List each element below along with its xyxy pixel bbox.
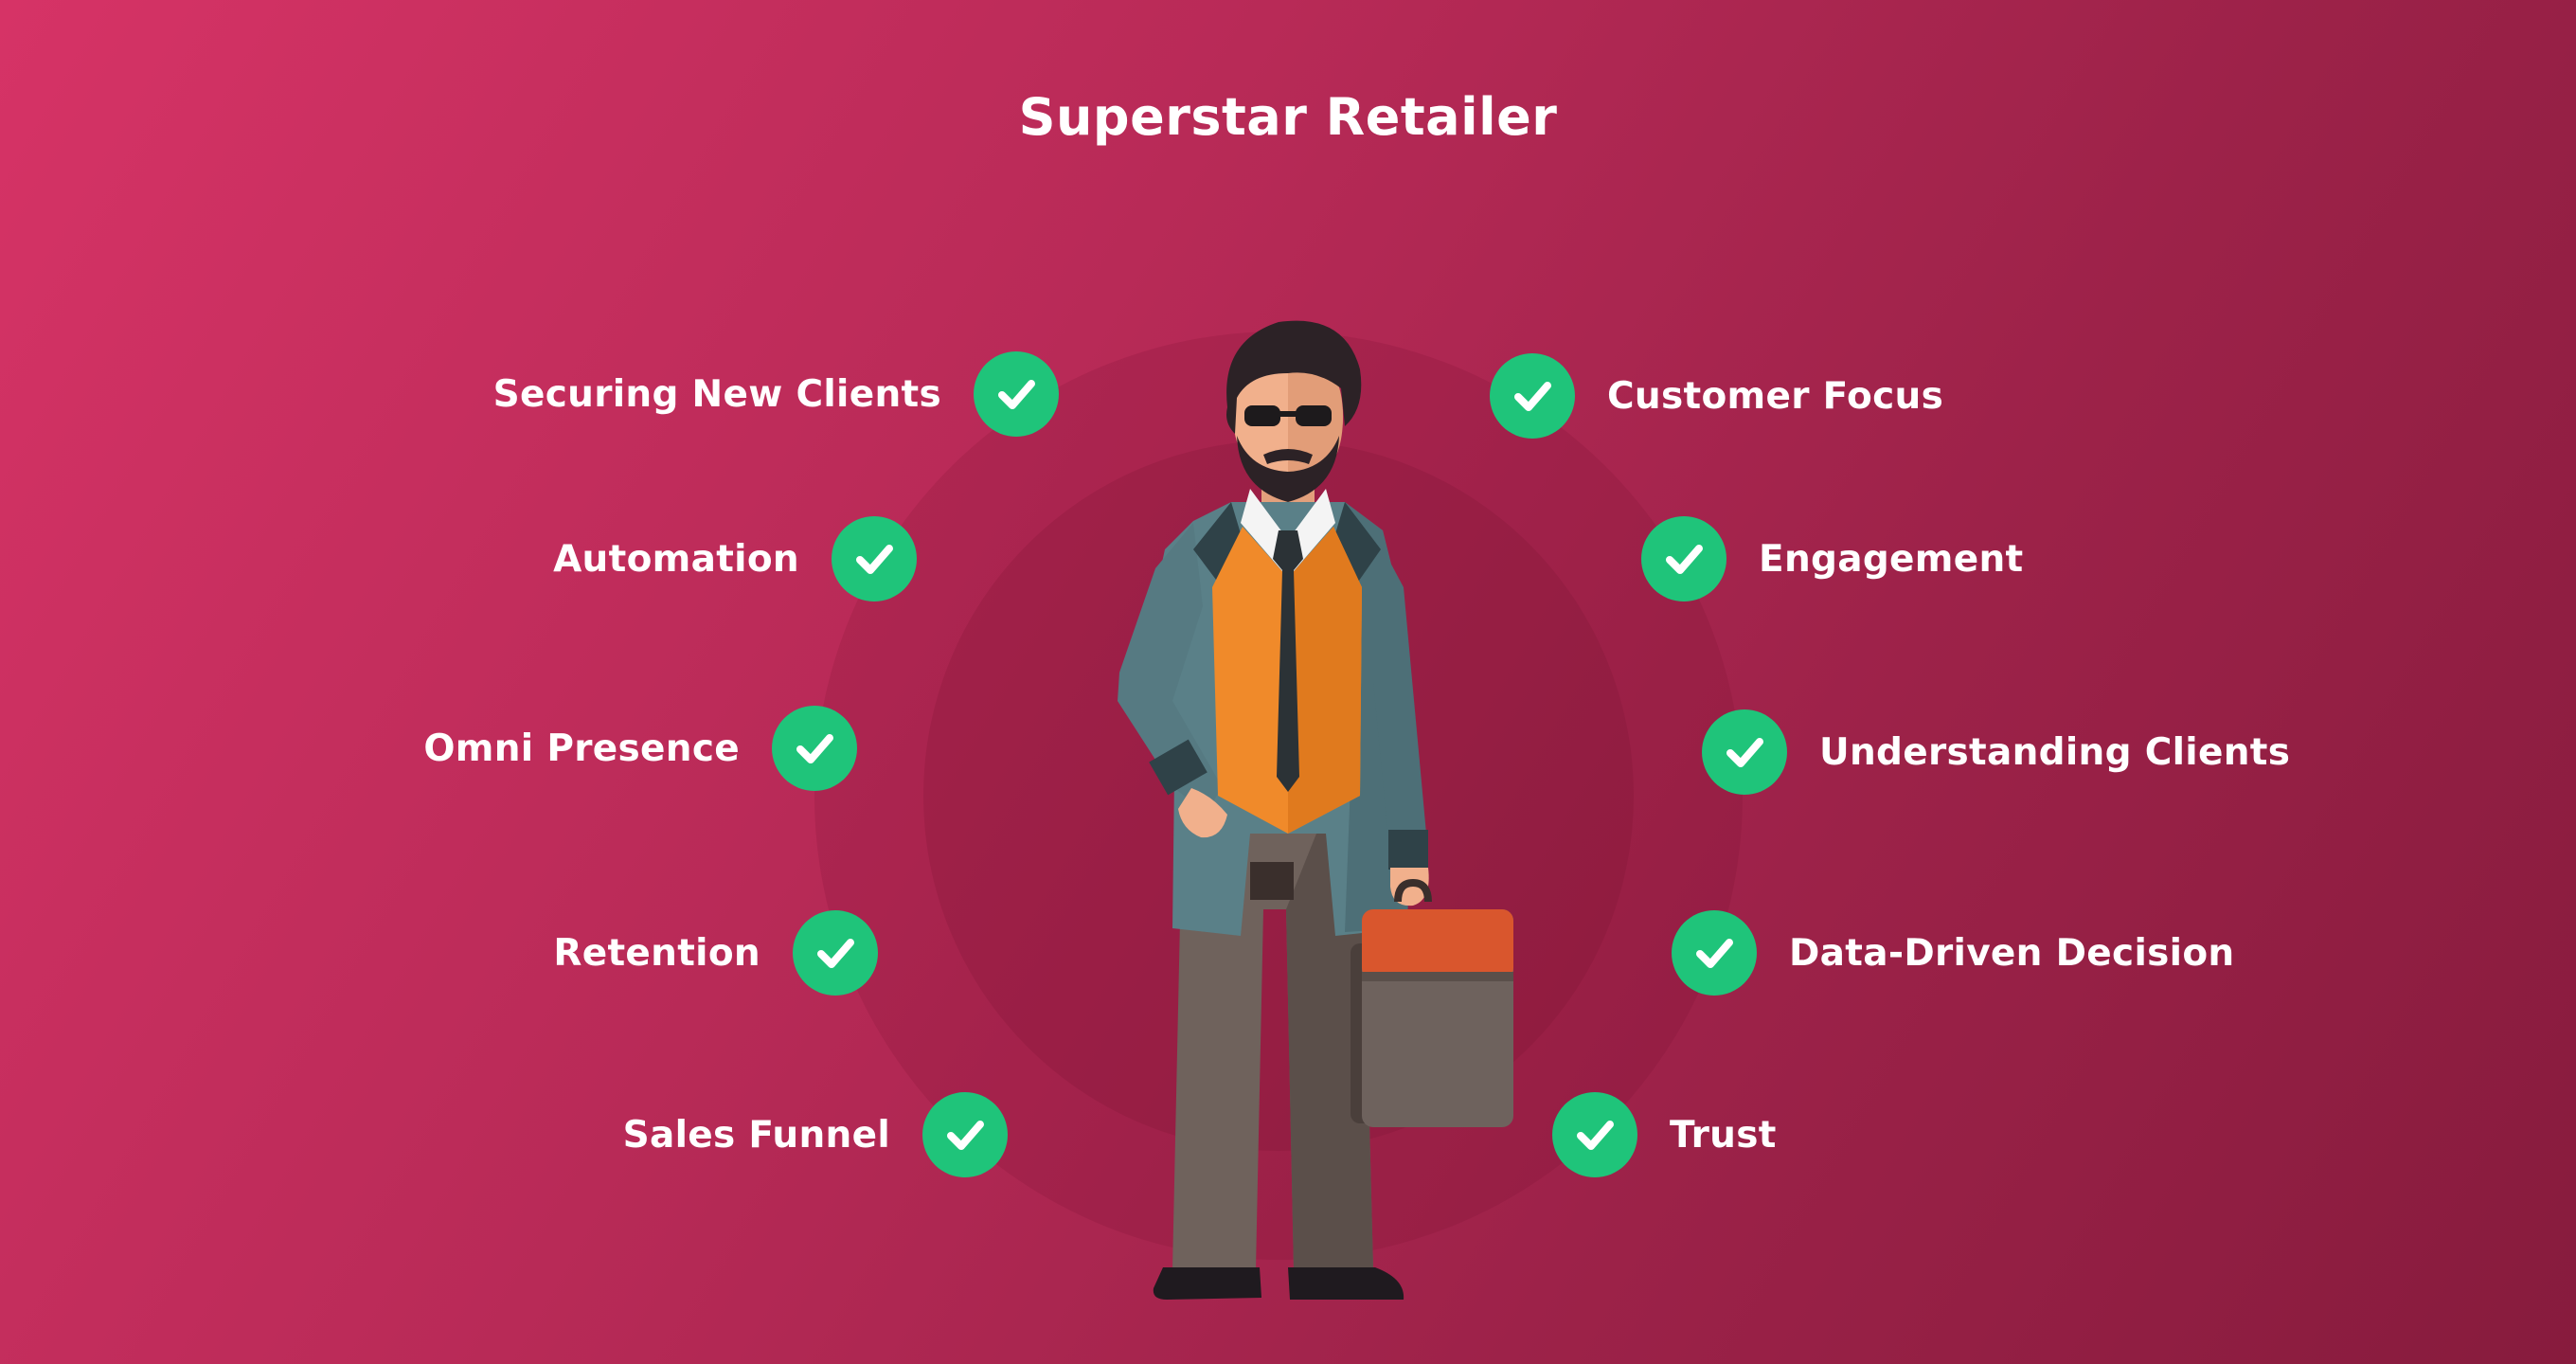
feature-omni-presence: Omni Presence (423, 706, 857, 791)
feature-retention: Retention (553, 910, 878, 996)
feature-sales-funnel: Sales Funnel (623, 1092, 1008, 1177)
feature-data-driven-decision: Data-Driven Decision (1672, 910, 2234, 996)
feature-label: Trust (1670, 1113, 1777, 1157)
feature-label: Data-Driven Decision (1789, 931, 2235, 975)
feature-label: Securing New Clients (492, 372, 941, 416)
feature-trust: Trust (1552, 1092, 1777, 1177)
check-icon (922, 1092, 1008, 1177)
feature-label: Sales Funnel (622, 1113, 890, 1157)
check-icon (1552, 1092, 1637, 1177)
check-icon (772, 706, 857, 791)
feature-label: Engagement (1759, 537, 2024, 581)
feature-label: Customer Focus (1607, 374, 1944, 418)
businessman-with-briefcase-icon (1118, 320, 1513, 1300)
feature-securing-new-clients: Securing New Clients (493, 351, 1059, 437)
feature-label: Omni Presence (423, 727, 740, 770)
feature-automation: Automation (553, 516, 917, 601)
page-title: Superstar Retailer (1018, 87, 1558, 147)
feature-understanding-clients: Understanding Clients (1702, 709, 2290, 795)
check-icon (793, 910, 878, 996)
feature-customer-focus: Customer Focus (1490, 353, 1943, 439)
feature-label: Automation (553, 537, 799, 581)
check-icon (1702, 709, 1787, 795)
check-icon (1641, 516, 1726, 601)
feature-label: Retention (553, 931, 760, 975)
check-icon (1672, 910, 1757, 996)
check-icon (974, 351, 1059, 437)
check-icon (832, 516, 917, 601)
feature-engagement: Engagement (1641, 516, 2024, 601)
feature-label: Understanding Clients (1819, 730, 2291, 774)
